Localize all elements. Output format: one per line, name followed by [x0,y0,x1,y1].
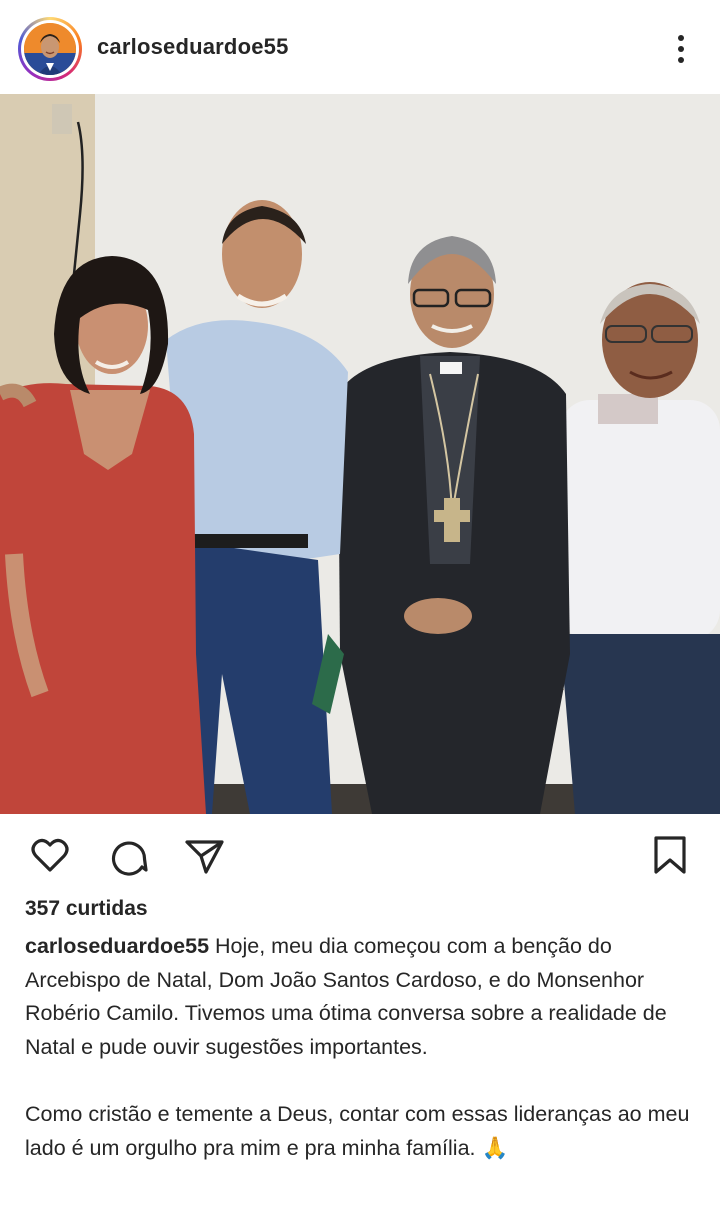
caption-paragraph: Como cristão e temente a Deus, contar co… [25,1098,695,1165]
caption-username[interactable]: carloseduardoe55 [25,934,209,958]
bookmark-icon[interactable] [648,834,692,878]
caption-text: Como cristão e temente a Deus, contar co… [25,1102,690,1160]
more-options-button[interactable] [668,32,694,66]
post-photo[interactable] [0,94,720,814]
avatar[interactable] [18,17,82,81]
comment-bubble-icon[interactable] [106,834,150,878]
avatar-image [24,23,76,75]
caption-paragraph: carloseduardoe55 Hoje, meu dia começou c… [25,930,695,1064]
post-actions [0,814,720,898]
post-username[interactable]: carloseduardoe55 [97,34,289,60]
post-caption: carloseduardoe55 Hoje, meu dia começou c… [25,930,695,1165]
vertical-dots-icon [678,35,684,41]
paper-plane-icon[interactable] [182,834,226,878]
post-header: carloseduardoe55 [0,0,720,94]
heart-icon[interactable] [28,834,72,878]
like-count[interactable]: 357 curtidas [25,897,148,921]
